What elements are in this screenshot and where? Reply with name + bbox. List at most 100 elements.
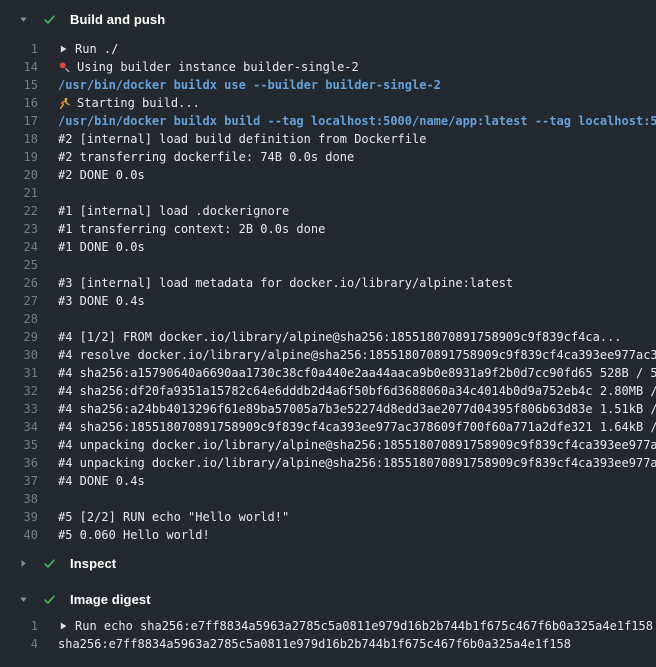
section-title: Build and push bbox=[70, 12, 165, 27]
log-text: #4 resolve docker.io/library/alpine@sha2… bbox=[58, 346, 656, 364]
line-number[interactable]: 35 bbox=[0, 436, 38, 454]
log-text: #1 DONE 0.0s bbox=[58, 238, 656, 256]
log-text: #4 [1/2] FROM docker.io/library/alpine@s… bbox=[58, 328, 656, 346]
run-expand-arrow-icon[interactable] bbox=[58, 621, 68, 631]
line-number[interactable]: 28 bbox=[0, 310, 38, 328]
section-header-toggle[interactable]: Build and push bbox=[0, 9, 656, 29]
log-line: 1 Run echo sha256:e7ff8834a5963a2785c5a08… bbox=[0, 617, 656, 635]
chevron-right-icon bbox=[18, 558, 29, 569]
log-line: 21 bbox=[0, 184, 656, 202]
log-line: 1Run ./ bbox=[0, 40, 656, 58]
log-text: #1 [internal] load .dockerignore bbox=[58, 202, 656, 220]
log-text: Using builder instance builder-single-2 bbox=[58, 58, 656, 76]
log-section: Inspect bbox=[0, 553, 656, 573]
log-text: /usr/bin/docker buildx use --builder bui… bbox=[58, 76, 656, 94]
log-line: 24 #1 DONE 0.0s bbox=[0, 238, 656, 256]
line-number[interactable]: 1 bbox=[0, 40, 38, 58]
log-lines: 1 Run echo sha256:e7ff8834a5963a2785c5a08… bbox=[0, 617, 656, 653]
log-line: 33 #4 sha256:a24bb4013296f61e89ba57005a7b… bbox=[0, 400, 656, 418]
line-number[interactable]: 39 bbox=[0, 508, 38, 526]
log-text-content: #4 sha256:a24bb4013296f61e89ba57005a7b3e… bbox=[58, 400, 656, 418]
log-line: 35#4 unpacking docker.io/library/alpine@… bbox=[0, 436, 656, 454]
line-number[interactable]: 27 bbox=[0, 292, 38, 310]
line-number[interactable]: 14 bbox=[0, 58, 38, 76]
log-text: #5 0.060 Hello world! bbox=[58, 526, 656, 544]
log-lines: 1Run ./14 Using builder instance builder-… bbox=[0, 40, 656, 544]
log-text-content: #1 [internal] load .dockerignore bbox=[58, 202, 289, 220]
line-number[interactable]: 23 bbox=[0, 220, 38, 238]
line-number[interactable]: 19 bbox=[0, 148, 38, 166]
line-number[interactable]: 21 bbox=[0, 184, 38, 202]
log-line: 26 #3 [internal] load metadata for docker… bbox=[0, 274, 656, 292]
log-section: Image digest 1 Run echo sha256:e7ff8834a59… bbox=[0, 589, 656, 653]
log-line: 14 Using builder instance builder-single-… bbox=[0, 58, 656, 76]
line-number[interactable]: 18 bbox=[0, 130, 38, 148]
section-title: Inspect bbox=[70, 556, 116, 571]
log-line: 32 #4 sha256:df20fa9351a15782c64e6dddb2d4… bbox=[0, 382, 656, 400]
line-number[interactable]: 25 bbox=[0, 256, 38, 274]
run-expand-arrow-icon[interactable] bbox=[58, 44, 68, 54]
line-number[interactable]: 36 bbox=[0, 454, 38, 472]
chevron-down-icon bbox=[18, 14, 29, 25]
log-line: 30 #4 resolve docker.io/library/alpine@sh… bbox=[0, 346, 656, 364]
log-line: 39 #5 [2/2] RUN echo "Hello world!" bbox=[0, 508, 656, 526]
log-line: 4sha256:e7ff8834a5963a2785c5a0811e979d16… bbox=[0, 635, 656, 653]
line-number[interactable]: 1 bbox=[0, 617, 38, 635]
log-line: 16Starting build... bbox=[0, 94, 656, 112]
log-text: #5 [2/2] RUN echo "Hello world!" bbox=[58, 508, 656, 526]
line-number[interactable]: 17 bbox=[0, 112, 38, 130]
log-text: #2 DONE 0.0s bbox=[58, 166, 656, 184]
log-text-content: #5 0.060 Hello world! bbox=[58, 526, 210, 544]
log-line: 23 #1 transferring context: 2B 0.0s done bbox=[0, 220, 656, 238]
line-number[interactable]: 33 bbox=[0, 400, 38, 418]
log-text-content: /usr/bin/docker buildx build --tag local… bbox=[58, 112, 656, 130]
log-text: #2 [internal] load build definition from… bbox=[58, 130, 656, 148]
log-line: 17/usr/bin/docker buildx build --tag loc… bbox=[0, 112, 656, 130]
line-number[interactable]: 16 bbox=[0, 94, 38, 112]
line-number[interactable]: 30 bbox=[0, 346, 38, 364]
line-number[interactable]: 24 bbox=[0, 238, 38, 256]
actions-log-viewer: Build and push1Run ./14Using builder ins… bbox=[0, 9, 656, 667]
log-text: #4 sha256:df20fa9351a15782c64e6dddb2d4a6… bbox=[58, 382, 656, 400]
line-number[interactable]: 22 bbox=[0, 202, 38, 220]
log-text-content: #4 DONE 0.4s bbox=[58, 472, 145, 490]
line-number[interactable]: 26 bbox=[0, 274, 38, 292]
log-line: 18 #2 [internal] load build definition fr… bbox=[0, 130, 656, 148]
section-header-toggle[interactable]: Inspect bbox=[0, 553, 656, 573]
log-text-content: #4 sha256:a15790640a6690aa1730c38cf0a440… bbox=[58, 364, 656, 382]
log-text: #2 transferring dockerfile: 74B 0.0s don… bbox=[58, 148, 656, 166]
line-number[interactable]: 38 bbox=[0, 490, 38, 508]
log-text-content: #1 transferring context: 2B 0.0s done bbox=[58, 220, 325, 238]
log-line: 31 #4 sha256:a15790640a6690aa1730c38cf0a4… bbox=[0, 364, 656, 382]
log-text-content: #4 unpacking docker.io/library/alpine@sh… bbox=[58, 454, 656, 472]
line-number[interactable]: 15 bbox=[0, 76, 38, 94]
log-text: #1 transferring context: 2B 0.0s done bbox=[58, 220, 656, 238]
log-text-content: #3 DONE 0.4s bbox=[58, 292, 145, 310]
log-line: 40 #5 0.060 Hello world! bbox=[0, 526, 656, 544]
line-number[interactable]: 31 bbox=[0, 364, 38, 382]
log-text: #3 [internal] load metadata for docker.i… bbox=[58, 274, 656, 292]
log-line: 36 #4 unpacking docker.io/library/alpine@… bbox=[0, 454, 656, 472]
line-number[interactable]: 20 bbox=[0, 166, 38, 184]
success-check-icon bbox=[43, 593, 56, 606]
success-check-icon bbox=[43, 557, 56, 570]
log-text-content: #1 DONE 0.0s bbox=[58, 238, 145, 256]
line-number[interactable]: 34 bbox=[0, 418, 38, 436]
line-number[interactable]: 40 bbox=[0, 526, 38, 544]
section-title: Image digest bbox=[70, 592, 151, 607]
log-text-content: #3 [internal] load metadata for docker.i… bbox=[58, 274, 513, 292]
log-line: 37 #4 DONE 0.4s bbox=[0, 472, 656, 490]
log-text-content: #2 DONE 0.0s bbox=[58, 166, 145, 184]
log-text: /usr/bin/docker buildx build --tag local… bbox=[58, 112, 656, 130]
section-header-toggle[interactable]: Image digest bbox=[0, 589, 656, 609]
log-line: 20 #2 DONE 0.0s bbox=[0, 166, 656, 184]
line-number[interactable]: 37 bbox=[0, 472, 38, 490]
line-number[interactable]: 32 bbox=[0, 382, 38, 400]
runner-icon bbox=[58, 97, 71, 110]
success-check-icon bbox=[43, 13, 56, 26]
log-text: Run echo sha256:e7ff8834a5963a2785c5a081… bbox=[58, 617, 656, 635]
log-line: 22 #1 [internal] load .dockerignore bbox=[0, 202, 656, 220]
line-number[interactable]: 29 bbox=[0, 328, 38, 346]
log-text-content: Using builder instance builder-single-2 bbox=[77, 58, 359, 76]
line-number[interactable]: 4 bbox=[0, 635, 38, 653]
